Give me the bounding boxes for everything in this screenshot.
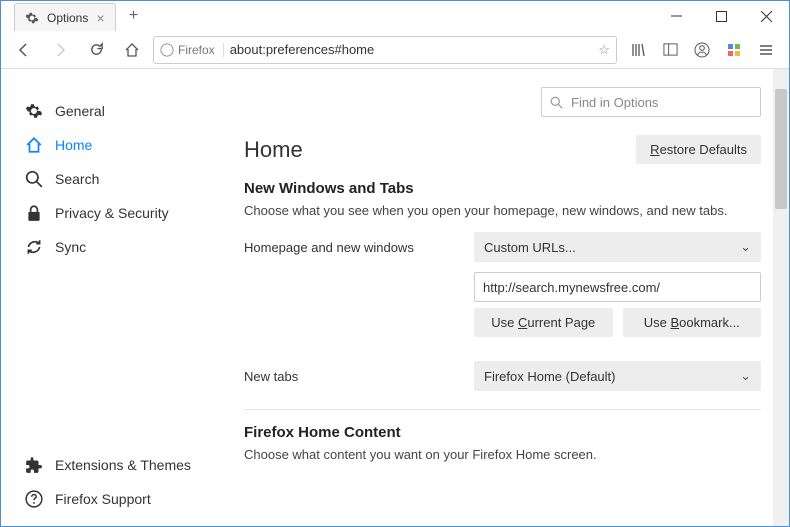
sync-icon	[25, 238, 43, 256]
menu-button[interactable]	[751, 35, 781, 65]
url-bar[interactable]: Firefox about:preferences#home ☆	[153, 36, 617, 64]
sidebar-item-privacy[interactable]: Privacy & Security	[1, 196, 226, 230]
search-icon	[25, 170, 43, 188]
gear-icon	[25, 102, 43, 120]
sidebar-item-label: Home	[55, 137, 92, 153]
window-controls	[654, 1, 789, 31]
restore-defaults-button[interactable]: Restore Defaults	[636, 135, 761, 164]
section-new-windows-title: New Windows and Tabs	[244, 180, 761, 197]
forward-button[interactable]	[45, 35, 75, 65]
use-bookmark-button[interactable]: Use Bookmark...	[623, 308, 762, 337]
section-new-windows-sub: Choose what you see when you open your h…	[244, 203, 761, 218]
home-button[interactable]	[117, 35, 147, 65]
preferences-main: Find in Options Home Restore Defaults Ne…	[226, 69, 789, 526]
sidebar-item-label: Search	[55, 171, 99, 187]
account-button[interactable]	[687, 35, 717, 65]
sidebar-item-label: Privacy & Security	[55, 205, 169, 221]
gear-icon	[25, 11, 39, 25]
sidebar-button[interactable]	[655, 35, 685, 65]
scrollbar-thumb[interactable]	[775, 89, 787, 209]
tab-title: Options	[47, 11, 88, 25]
sidebar-item-home[interactable]: Home	[1, 128, 226, 162]
newtabs-label: New tabs	[244, 369, 474, 384]
section-home-content-sub: Choose what content you want on your Fir…	[244, 447, 761, 462]
puzzle-icon	[25, 456, 43, 474]
library-button[interactable]	[623, 35, 653, 65]
use-current-page-button[interactable]: Use Current Page	[474, 308, 613, 337]
homepage-mode-select[interactable]: Custom URLs... ⌄	[474, 232, 761, 262]
preferences-sidebar: General Home Search Privacy & Security S…	[1, 69, 226, 526]
divider	[244, 409, 761, 410]
sidebar-item-label: Extensions & Themes	[55, 457, 191, 473]
sidebar-item-support[interactable]: Firefox Support	[1, 482, 226, 516]
sidebar-item-label: Firefox Support	[55, 491, 151, 507]
toolbar: Firefox about:preferences#home ☆	[1, 31, 789, 69]
bookmark-star-icon[interactable]: ☆	[598, 42, 610, 58]
new-tab-button[interactable]: +	[124, 6, 144, 26]
search-icon	[550, 96, 563, 109]
tab-strip: Options × +	[1, 1, 654, 31]
identity-box[interactable]: Firefox	[160, 43, 224, 57]
newtabs-select[interactable]: Firefox Home (Default) ⌄	[474, 361, 761, 391]
sidebar-item-label: Sync	[55, 239, 86, 255]
minimize-button[interactable]	[654, 1, 699, 31]
reload-button[interactable]	[81, 35, 111, 65]
close-button[interactable]	[744, 1, 789, 31]
section-home-content-title: Firefox Home Content	[244, 424, 761, 441]
question-icon	[25, 490, 43, 508]
lock-icon	[25, 204, 43, 222]
chevron-down-icon: ⌄	[740, 239, 751, 255]
page-title: Home	[244, 137, 303, 163]
sidebar-item-search[interactable]: Search	[1, 162, 226, 196]
firefox-icon	[160, 43, 174, 57]
homepage-url-input[interactable]	[474, 272, 761, 302]
tab-close-button[interactable]: ×	[96, 10, 104, 26]
find-in-options-input[interactable]: Find in Options	[541, 87, 761, 117]
vertical-scrollbar[interactable]	[773, 69, 789, 526]
sidebar-item-general[interactable]: General	[1, 94, 226, 128]
content-area: General Home Search Privacy & Security S…	[1, 69, 789, 526]
sidebar-item-label: General	[55, 103, 105, 119]
homepage-label: Homepage and new windows	[244, 240, 474, 255]
sidebar-item-extensions[interactable]: Extensions & Themes	[1, 448, 226, 482]
home-icon	[25, 136, 43, 154]
sidebar-item-sync[interactable]: Sync	[1, 230, 226, 264]
find-placeholder: Find in Options	[571, 95, 658, 110]
titlebar: Options × +	[1, 1, 789, 31]
maximize-button[interactable]	[699, 1, 744, 31]
chevron-down-icon: ⌄	[740, 368, 751, 384]
tab-options[interactable]: Options ×	[14, 3, 116, 31]
url-text: about:preferences#home	[230, 42, 593, 57]
addons-button[interactable]	[719, 35, 749, 65]
back-button[interactable]	[9, 35, 39, 65]
